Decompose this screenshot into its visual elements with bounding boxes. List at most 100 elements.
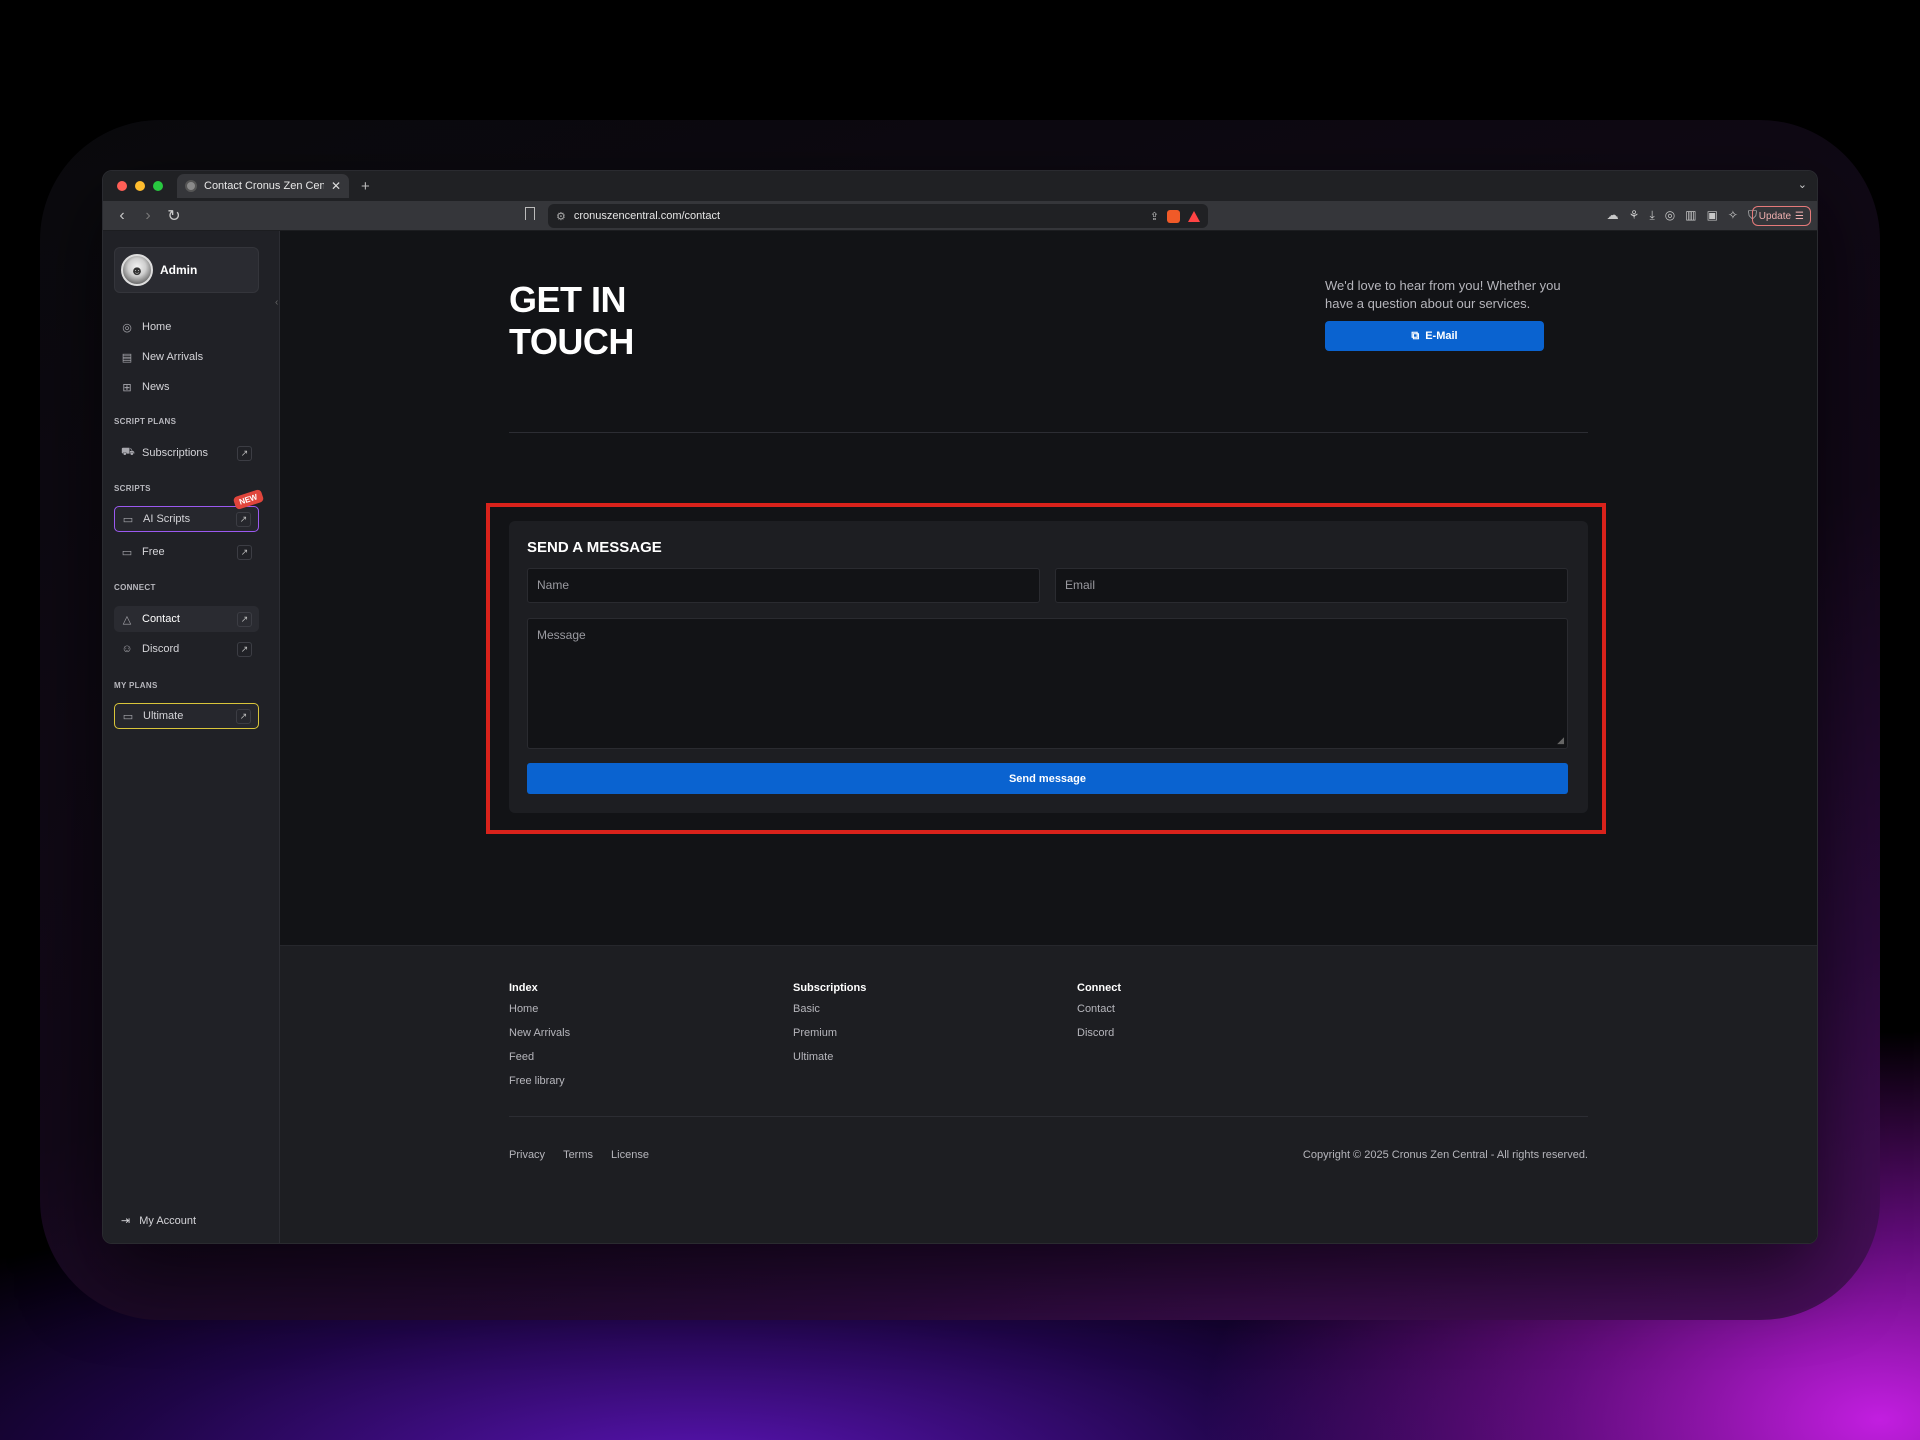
close-window-button[interactable] (117, 181, 127, 191)
title-line-2: TOUCH (509, 321, 634, 362)
footer-link[interactable]: Free library (509, 1075, 570, 1099)
sidebar-item-free[interactable]: ▭ Free ↗ (114, 539, 259, 565)
footer-column-connect: Connect Contact Discord (1077, 982, 1121, 1051)
footer-heading: Connect (1077, 982, 1121, 994)
resize-handle-icon[interactable]: ◢ (1557, 735, 1564, 746)
email-placeholder: Email (1065, 578, 1096, 592)
footer-link[interactable]: Premium (793, 1027, 866, 1051)
main-content: GET IN TOUCH We'd love to hear from you!… (280, 231, 1817, 1243)
update-label: Update (1758, 210, 1792, 222)
tab-close-icon[interactable]: ✕ (331, 179, 341, 193)
download-icon[interactable]: ⤓ (1649, 208, 1654, 223)
wallet-icon[interactable]: ▣ (1707, 208, 1718, 223)
footer-column-index: Index Home New Arrivals Feed Free librar… (509, 982, 570, 1099)
share-icon[interactable]: ⇪ (1150, 210, 1159, 223)
vpn-icon[interactable]: ◎ (1665, 208, 1675, 223)
sidebar-item-news[interactable]: ⊞ News (114, 374, 259, 400)
forward-arrow-icon[interactable]: › (141, 207, 155, 225)
my-account-link[interactable]: ⇥ My Account (114, 1214, 203, 1228)
ai-sparkle-icon[interactable]: ✧ (1728, 208, 1738, 223)
url-text[interactable]: cronuszencentral.com/contact (574, 210, 1142, 222)
section-label-scripts: SCRIPTS (114, 484, 151, 493)
sidebar-item-home[interactable]: ◎ Home (114, 314, 259, 340)
copyright-text: Copyright © 2025 Cronus Zen Central - Al… (1302, 1149, 1588, 1161)
sidebar-item-new-arrivals[interactable]: ▤ New Arrivals (114, 344, 259, 370)
legal-links: Privacy Terms License (509, 1149, 649, 1161)
footer-link[interactable]: Feed (509, 1051, 570, 1075)
privacy-link[interactable]: Privacy (509, 1149, 545, 1161)
footer-link[interactable]: Ultimate (793, 1051, 866, 1075)
database-icon: ▤ (121, 351, 133, 364)
message-textarea[interactable]: Message ◢ (527, 618, 1568, 749)
footer-link[interactable]: Basic (793, 1003, 866, 1027)
sidebar-toggle-icon[interactable]: ▥ (1685, 208, 1696, 223)
footer-link[interactable]: Home (509, 1003, 570, 1027)
message-placeholder: Message (537, 628, 586, 642)
folder-icon: ▭ (122, 513, 134, 526)
sidebar-item-label: Contact (142, 613, 180, 625)
brave-rewards-icon[interactable] (1188, 210, 1200, 222)
page-content: ☻ Admin ‹ ◎ Home ▤ New Arrivals ⊞ News S… (103, 231, 1817, 1243)
browser-window: Contact Cronus Zen Central | ✕ + ⌄ ‹ › ↻… (102, 170, 1818, 1244)
back-arrow-icon[interactable]: ‹ (115, 207, 129, 225)
form-title: SEND A MESSAGE (527, 539, 662, 556)
sidebar-item-label: Subscriptions (142, 447, 209, 459)
my-account-label: My Account (139, 1214, 197, 1227)
section-label-connect: CONNECT (114, 583, 156, 592)
footer-column-subscriptions: Subscriptions Basic Premium Ultimate (793, 982, 866, 1075)
sign-in-icon: ⇥ (121, 1215, 131, 1227)
tab-strip: Contact Cronus Zen Central | ✕ + ⌄ (103, 171, 1817, 201)
extensions-icon[interactable]: ⚘ (1629, 208, 1640, 223)
footer-link[interactable]: New Arrivals (509, 1027, 570, 1051)
page-title: GET IN TOUCH (509, 279, 634, 363)
send-message-button[interactable]: Send message (527, 763, 1568, 794)
discord-icon: ☺ (121, 643, 133, 655)
sidebar-item-discord[interactable]: ☺ Discord ↗ (114, 636, 259, 662)
maximize-window-button[interactable] (153, 181, 163, 191)
update-button[interactable]: Update ☰ (1751, 206, 1811, 226)
sidebar-item-label: New Arrivals (142, 351, 204, 363)
new-tab-button[interactable]: + (361, 178, 370, 195)
sidebar-item-ai-scripts[interactable]: ▭ AI Scripts ↗ (114, 506, 259, 532)
footer-link[interactable]: Discord (1077, 1027, 1121, 1051)
email-input[interactable]: Email (1055, 568, 1568, 603)
site-settings-icon[interactable]: ⚙ (556, 210, 566, 223)
contact-form: SEND A MESSAGE Name Email Message ◢ Send… (509, 521, 1588, 813)
footer-heading: Index (509, 982, 538, 994)
avatar: ☻ (121, 254, 153, 286)
name-placeholder: Name (537, 578, 570, 592)
external-link-icon: ↗ (237, 611, 252, 627)
bookmark-icon[interactable] (525, 207, 535, 220)
name-input[interactable]: Name (527, 568, 1040, 603)
license-link[interactable]: License (611, 1149, 649, 1161)
title-line-1: GET IN (509, 279, 627, 320)
divider (509, 1116, 1588, 1117)
reload-icon[interactable]: ↻ (167, 206, 181, 226)
footer-link[interactable]: Contact (1077, 1003, 1121, 1027)
external-link-icon: ↗ (237, 445, 252, 461)
sidebar-item-label: Discord (142, 643, 180, 655)
email-button[interactable]: ⧉ E-Mail (1325, 321, 1544, 351)
sidebar-item-ultimate[interactable]: ▭ Ultimate ↗ (114, 703, 259, 729)
external-link-icon: ↗ (236, 511, 251, 527)
section-label-my-plans: MY PLANS (114, 681, 158, 690)
sidebar-item-subscriptions[interactable]: ⛟ Subscriptions ↗ (114, 440, 259, 466)
copy-icon: ⧉ (1411, 329, 1420, 342)
grid-plus-icon: ⊞ (122, 381, 132, 394)
sidebar-item-contact[interactable]: △ Contact ↗ (114, 606, 259, 632)
leo-icon[interactable]: ☁ (1607, 208, 1619, 223)
sidebar-item-label: Ultimate (143, 710, 184, 722)
triangle-icon: △ (122, 613, 132, 626)
sidebar-item-label: News (142, 381, 170, 393)
folder-icon: ▭ (122, 710, 134, 723)
minimize-window-button[interactable] (135, 181, 145, 191)
address-bar[interactable]: ⚙ cronuszencentral.com/contact ⇪ (548, 204, 1208, 228)
brave-shields-icon[interactable] (1167, 209, 1180, 223)
user-card[interactable]: ☻ Admin (114, 247, 259, 293)
browser-tab-active[interactable]: Contact Cronus Zen Central | ✕ (177, 174, 349, 198)
cart-icon: ⛟ (121, 446, 135, 458)
terms-link[interactable]: Terms (563, 1149, 593, 1161)
user-name: Admin (160, 263, 198, 277)
sidebar: ☻ Admin ‹ ◎ Home ▤ New Arrivals ⊞ News S… (103, 231, 280, 1243)
tab-list-chevron-icon[interactable]: ⌄ (1798, 178, 1807, 191)
